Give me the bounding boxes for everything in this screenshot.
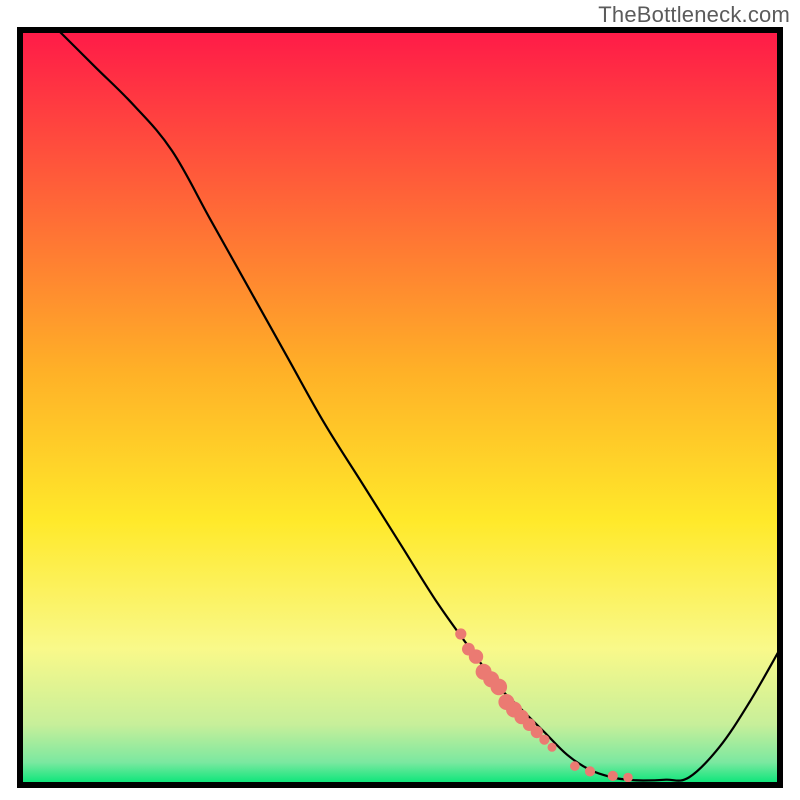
curve-marker: [570, 761, 580, 771]
curve-marker: [469, 649, 483, 663]
chart-container: TheBottleneck.com: [0, 0, 800, 800]
curve-marker: [548, 743, 557, 752]
curve-marker: [585, 766, 595, 776]
bottleneck-chart: [0, 0, 800, 800]
plot-background: [20, 30, 780, 785]
curve-marker: [608, 771, 618, 781]
curve-marker: [539, 735, 549, 745]
curve-marker: [455, 628, 466, 639]
curve-marker: [491, 679, 508, 696]
curve-marker: [623, 773, 633, 783]
